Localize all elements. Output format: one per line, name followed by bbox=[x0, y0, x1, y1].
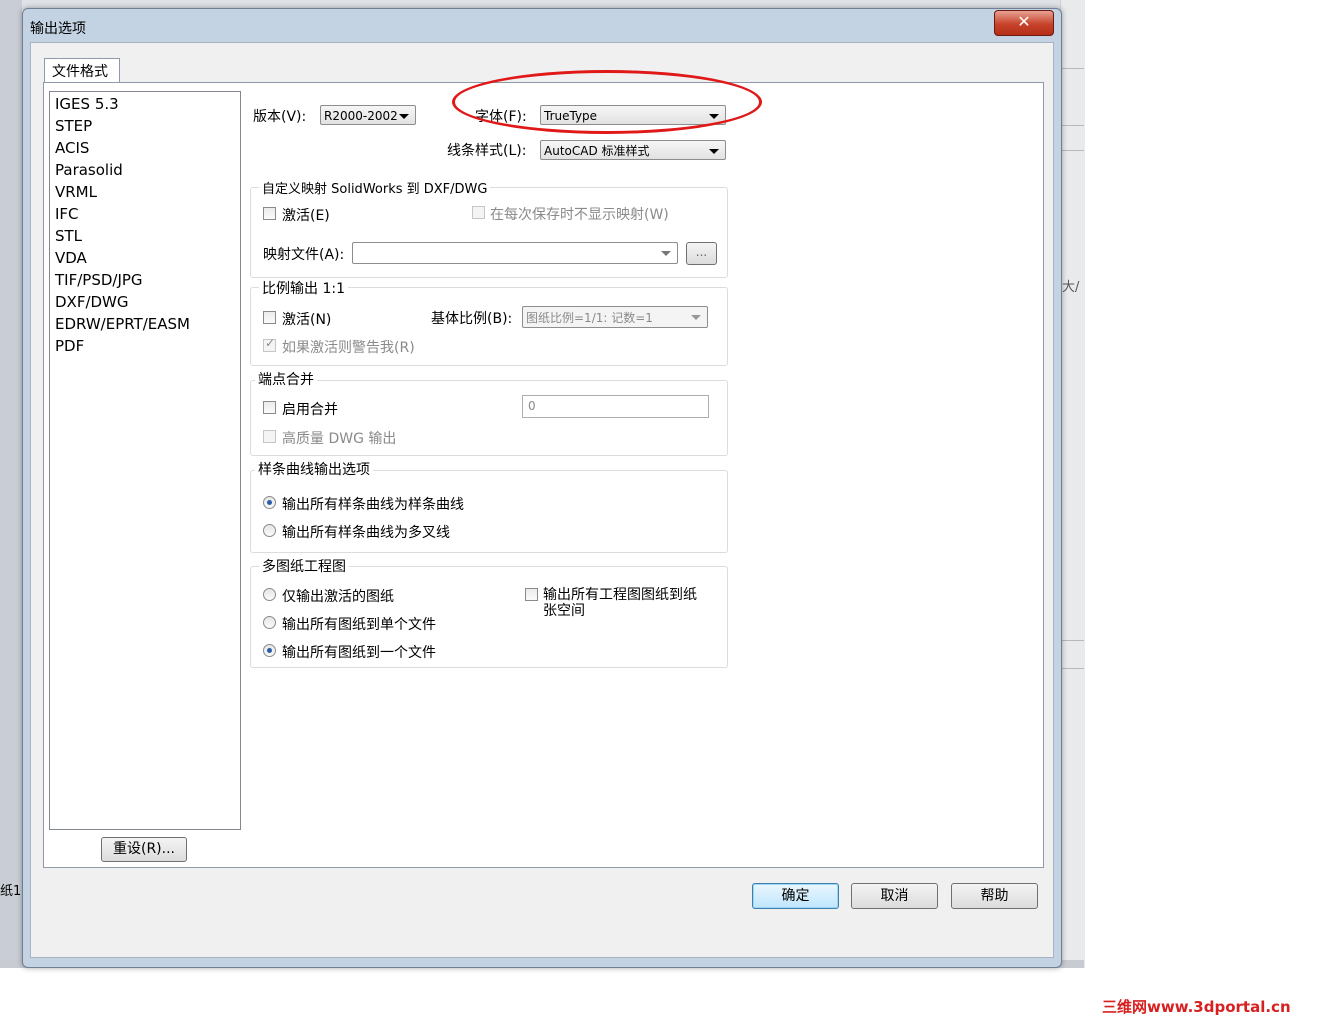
spline-as-polyline-label: 输出所有样条曲线为多叉线 bbox=[282, 525, 450, 541]
map-file-select[interactable] bbox=[352, 242, 678, 264]
warn-label: 如果激活则警告我(R) bbox=[282, 340, 415, 356]
ok-button[interactable]: 确定 bbox=[752, 883, 839, 909]
spline-as-polyline-radio[interactable] bbox=[263, 524, 276, 537]
browse-button[interactable]: ... bbox=[686, 242, 717, 265]
chevron-down-icon bbox=[661, 251, 671, 256]
spline-as-spline-radio[interactable] bbox=[263, 496, 276, 509]
background-divider bbox=[1060, 640, 1084, 641]
custom-map-group bbox=[250, 187, 728, 278]
background-right-panel bbox=[1060, 0, 1085, 968]
paper-space-checkbox[interactable] bbox=[525, 588, 538, 601]
spline-as-spline-label: 输出所有样条曲线为样条曲线 bbox=[282, 497, 464, 513]
linestyle-label: 线条样式(L): bbox=[447, 143, 527, 159]
format-item-parasolid[interactable]: Parasolid bbox=[55, 159, 123, 181]
help-button[interactable]: 帮助 bbox=[951, 883, 1038, 909]
chevron-down-icon bbox=[709, 149, 719, 154]
format-item-step[interactable]: STEP bbox=[55, 115, 92, 137]
custom-map-activate-checkbox[interactable] bbox=[263, 207, 276, 220]
linestyle-select[interactable]: AutoCAD 标准样式 bbox=[540, 140, 726, 160]
tab-label: 文件格式 bbox=[52, 64, 108, 80]
hq-dwg-checkbox[interactable] bbox=[263, 430, 276, 443]
version-select[interactable]: R2000-2002 bbox=[320, 105, 416, 125]
all-sheets-one-file-label: 输出所有图纸到一个文件 bbox=[282, 645, 436, 661]
multi-sheet-title: 多图纸工程图 bbox=[259, 556, 349, 576]
background-divider bbox=[1060, 125, 1084, 126]
format-item-vda[interactable]: VDA bbox=[55, 247, 87, 269]
chevron-down-icon bbox=[399, 114, 409, 119]
format-item-pdf[interactable]: PDF bbox=[55, 335, 84, 357]
close-button[interactable]: ✕ bbox=[994, 10, 1054, 36]
format-list[interactable]: IGES 5.3 STEP ACIS Parasolid VRML IFC ST… bbox=[49, 91, 241, 830]
endpoint-title: 端点合并 bbox=[255, 369, 317, 389]
custom-map-title: 自定义映射 SolidWorks 到 DXF/DWG bbox=[259, 178, 491, 197]
base-scale-value: 图纸比例=1/1: 记数=1 bbox=[526, 311, 653, 325]
spline-title: 样条曲线输出选项 bbox=[255, 459, 373, 479]
map-file-label: 映射文件(A): bbox=[263, 247, 345, 263]
reset-button[interactable]: 重设(R)... bbox=[101, 837, 187, 862]
background-right-text: 大/ bbox=[1062, 280, 1080, 295]
format-item-edrw[interactable]: EDRW/EPRT/EASM bbox=[55, 313, 190, 335]
version-label: 版本(V): bbox=[253, 109, 307, 125]
cancel-button[interactable]: 取消 bbox=[851, 883, 938, 909]
background-divider bbox=[1060, 68, 1084, 69]
tab-file-format[interactable]: 文件格式 bbox=[44, 58, 120, 83]
base-scale-select[interactable]: 图纸比例=1/1: 记数=1 bbox=[522, 306, 708, 328]
scale-activate-checkbox[interactable] bbox=[263, 311, 276, 324]
background-divider bbox=[1060, 668, 1084, 669]
background-left-panel bbox=[0, 0, 22, 968]
format-item-vrml[interactable]: VRML bbox=[55, 181, 97, 203]
all-sheets-one-file-radio[interactable] bbox=[263, 644, 276, 657]
custom-map-activate-label: 激活(E) bbox=[282, 208, 330, 224]
background-left-text: 纸1 bbox=[0, 884, 22, 899]
linestyle-value: AutoCAD 标准样式 bbox=[544, 144, 650, 158]
watermark-text: 三维网www.3dportal.cn bbox=[1102, 998, 1291, 1016]
format-item-ifc[interactable]: IFC bbox=[55, 203, 79, 225]
base-scale-label: 基体比例(B): bbox=[431, 311, 513, 327]
version-value: R2000-2002 bbox=[324, 109, 398, 123]
checkmark-icon: ✓ bbox=[265, 336, 276, 350]
merge-enable-checkbox[interactable] bbox=[263, 401, 276, 414]
merge-enable-label: 启用合并 bbox=[282, 402, 338, 418]
format-item-tif[interactable]: TIF/PSD/JPG bbox=[55, 269, 143, 291]
hq-dwg-label: 高质量 DWG 输出 bbox=[282, 431, 397, 447]
merge-tolerance-input[interactable]: 0 bbox=[522, 395, 709, 418]
chevron-down-icon bbox=[691, 315, 701, 320]
paper-space-label-line2: 张空间 bbox=[543, 603, 585, 619]
scale-title: 比例输出 1:1 bbox=[259, 278, 348, 298]
dialog-title: 输出选项 bbox=[30, 21, 86, 37]
format-item-dxf-selected[interactable]: DXF/DWG bbox=[55, 291, 129, 313]
format-item-stl[interactable]: STL bbox=[55, 225, 82, 247]
active-sheet-only-label: 仅输出激活的图纸 bbox=[282, 589, 394, 605]
background-divider bbox=[1060, 150, 1084, 151]
format-item-acis[interactable]: ACIS bbox=[55, 137, 89, 159]
red-highlight-annotation bbox=[452, 70, 762, 134]
no-show-map-checkbox[interactable] bbox=[472, 206, 485, 219]
scale-activate-label: 激活(N) bbox=[282, 312, 332, 328]
active-sheet-only-radio[interactable] bbox=[263, 588, 276, 601]
all-sheets-separate-radio[interactable] bbox=[263, 616, 276, 629]
format-item-iges[interactable]: IGES 5.3 bbox=[55, 93, 119, 115]
no-show-map-label: 在每次保存时不显示映射(W) bbox=[490, 207, 669, 223]
all-sheets-separate-label: 输出所有图纸到单个文件 bbox=[282, 617, 436, 633]
